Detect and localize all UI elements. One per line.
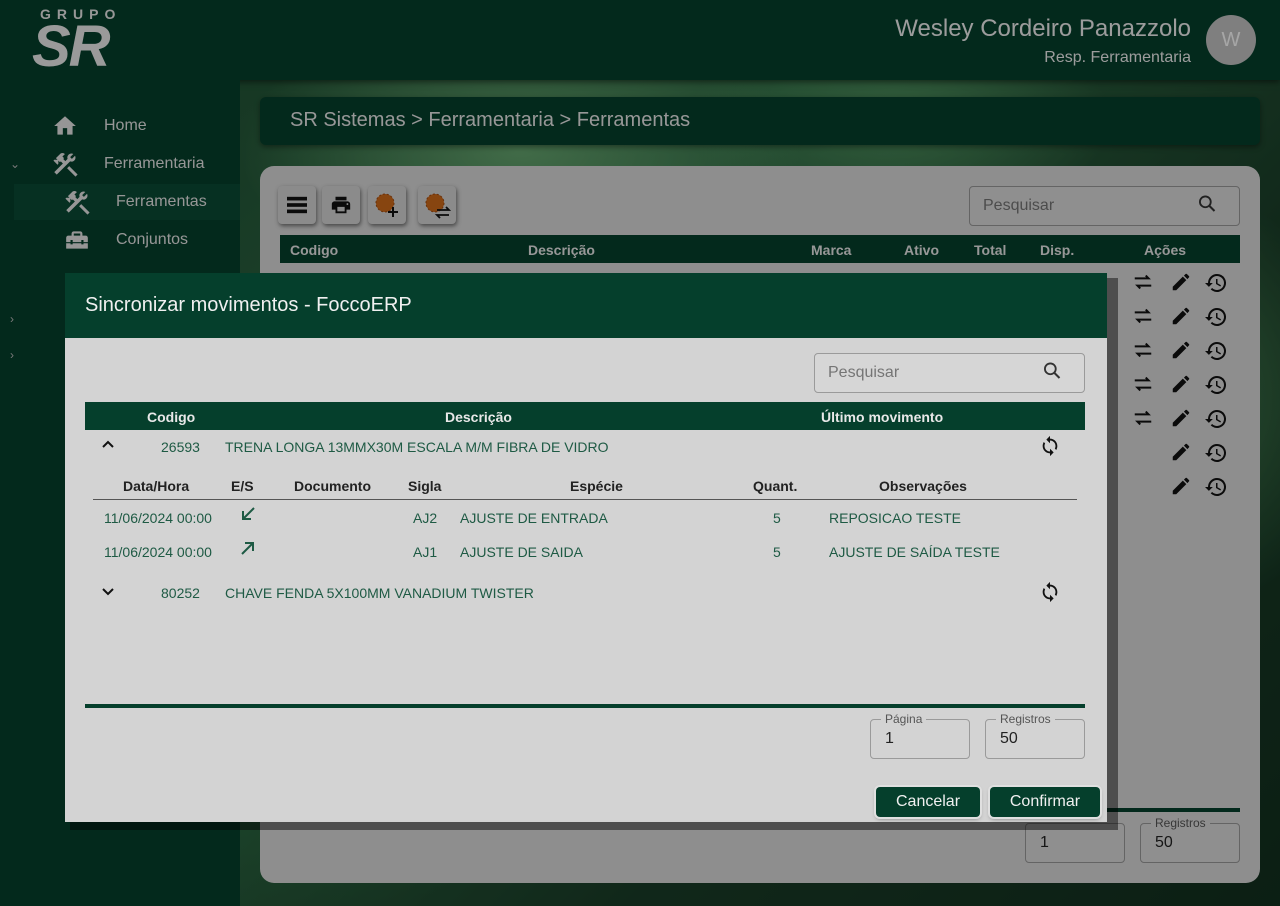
modal-table-header: Codigo Descrição Último movimento [85, 402, 1085, 430]
modal-title: Sincronizar movimentos - FoccoERP [65, 273, 1107, 338]
arrow-up-right-icon [239, 539, 257, 560]
movement-sigla: AJ1 [413, 544, 438, 560]
movement-especie: AJUSTE DE ENTRADA [460, 510, 608, 526]
cancel-button[interactable]: Cancelar [876, 787, 980, 817]
column-header: Quant. [753, 478, 798, 494]
item-code: 80252 [161, 585, 200, 601]
sync-icon[interactable] [1039, 581, 1061, 606]
page-value: 1 [885, 730, 894, 747]
movement-quant: 5 [773, 544, 781, 560]
movement-datetime: 11/06/2024 00:00 [104, 510, 212, 526]
sync-modal: Sincronizar movimentos - FoccoERP Codigo… [65, 273, 1107, 822]
confirm-button[interactable]: Confirmar [990, 787, 1100, 817]
column-header: Codigo [147, 409, 196, 425]
column-header: Descrição [445, 409, 512, 425]
table-footer-line [85, 704, 1085, 708]
modal-records-field[interactable]: Registros 50 [985, 712, 1085, 759]
arrow-down-left-icon [239, 505, 257, 526]
movement-row: 11/06/2024 00:00 AJ1 AJUSTE DE SAIDA 5 A… [85, 542, 1085, 564]
sync-icon[interactable] [1039, 435, 1061, 460]
item-code: 26593 [161, 439, 200, 455]
search-icon [1042, 361, 1062, 386]
modal-page-field[interactable]: Página 1 [870, 712, 970, 759]
column-header: Data/Hora [123, 478, 190, 494]
records-label: Registros [996, 712, 1055, 726]
table-row[interactable]: 26593 TRENA LONGA 13MMX30M ESCALA M/M FI… [85, 435, 1085, 460]
chevron-up-icon[interactable] [101, 437, 115, 454]
movement-especie: AJUSTE DE SAIDA [460, 544, 583, 560]
movement-obs: REPOSICAO TESTE [829, 510, 961, 526]
movement-datetime: 11/06/2024 00:00 [104, 544, 212, 560]
movement-sigla: AJ2 [413, 510, 438, 526]
table-row[interactable]: 80252 CHAVE FENDA 5X100MM VANADIUM TWIST… [85, 581, 1085, 606]
item-description: TRENA LONGA 13MMX30M ESCALA M/M FIBRA DE… [225, 439, 609, 455]
item-description: CHAVE FENDA 5X100MM VANADIUM TWISTER [225, 585, 534, 601]
movement-quant: 5 [773, 510, 781, 526]
column-header: Sigla [408, 478, 442, 494]
column-header: E/S [231, 478, 254, 494]
movement-row: 11/06/2024 00:00 AJ2 AJUSTE DE ENTRADA 5… [85, 507, 1085, 530]
column-header: Último movimento [821, 409, 944, 425]
column-header: Espécie [570, 478, 623, 494]
movements-header: Data/Hora E/S Documento Sigla Espécie Qu… [93, 472, 1077, 500]
column-header: Documento [294, 478, 371, 494]
movement-obs: AJUSTE DE SAÍDA TESTE [829, 544, 1000, 560]
records-value: 50 [1000, 730, 1018, 747]
page-label: Página [881, 712, 927, 726]
chevron-down-icon[interactable] [101, 585, 115, 602]
column-header: Observações [879, 478, 967, 494]
modal-search-input[interactable] [814, 353, 1085, 393]
